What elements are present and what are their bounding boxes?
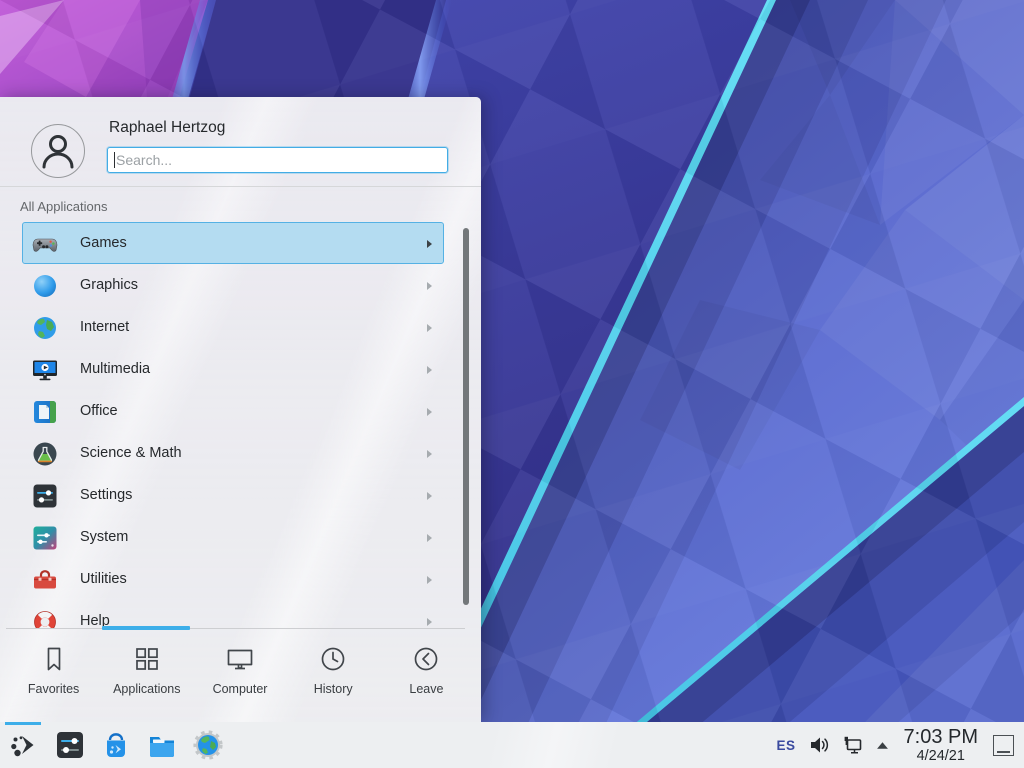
category-list: Games Graphics [0, 222, 458, 628]
category-row-multimedia[interactable]: Multimedia [22, 348, 444, 390]
graphics-icon [31, 272, 59, 300]
submenu-arrow-icon [427, 534, 432, 542]
favorites-icon [39, 644, 69, 674]
tab-history[interactable]: History [287, 629, 380, 722]
settings-icon [31, 482, 59, 510]
user-avatar[interactable] [31, 124, 85, 178]
application-launcher-button[interactable] [8, 729, 40, 761]
category-label: Graphics [80, 277, 138, 293]
submenu-arrow-icon [427, 282, 432, 290]
category-row-graphics[interactable]: Graphics [22, 264, 444, 306]
clock[interactable]: 7:03 PM 4/24/21 [904, 727, 978, 764]
tab-applications[interactable]: Applications [100, 629, 193, 722]
category-label: Science & Math [80, 445, 182, 461]
tab-favorites[interactable]: Favorites [7, 629, 100, 722]
person-icon [32, 125, 84, 177]
tab-leave[interactable]: Leave [380, 629, 473, 722]
network-icon[interactable] [842, 734, 864, 756]
category-label: Settings [80, 487, 132, 503]
system-settings-button[interactable] [54, 729, 86, 761]
submenu-arrow-icon [427, 324, 432, 332]
category-label: Games [80, 235, 127, 251]
tab-label: History [314, 682, 353, 696]
leave-icon [411, 644, 441, 674]
folder-icon [146, 729, 178, 761]
multimedia-icon [31, 356, 59, 384]
category-label: System [80, 529, 128, 545]
help-icon [31, 608, 59, 628]
science-math-icon [31, 440, 59, 468]
applications-icon [132, 644, 162, 674]
globe-gear-icon [192, 729, 224, 761]
submenu-arrow-icon [427, 576, 432, 584]
search-input[interactable] [107, 147, 448, 173]
computer-icon [225, 644, 255, 674]
category-row-help[interactable]: Help [22, 600, 444, 628]
taskbar-panel: ES 7:03 PM 4/24/21 [0, 722, 1024, 768]
internet-icon [31, 314, 59, 342]
text-caret [114, 152, 115, 168]
tab-label: Applications [113, 682, 180, 696]
category-row-internet[interactable]: Internet [22, 306, 444, 348]
show-desktop-button[interactable] [993, 735, 1014, 756]
clock-date: 4/24/21 [904, 749, 978, 764]
system-tray: ES 7:03 PM 4/24/21 [777, 722, 1015, 768]
tab-computer[interactable]: Computer [193, 629, 286, 722]
volume-icon[interactable] [808, 734, 830, 756]
submenu-arrow-icon [427, 450, 432, 458]
clock-time: 7:03 PM [904, 727, 978, 747]
search-field[interactable] [108, 148, 447, 172]
expand-tray-icon[interactable] [876, 739, 889, 752]
application-launcher-menu: Raphael Hertzog All Applications [0, 97, 481, 722]
submenu-arrow-icon [427, 240, 432, 248]
header-divider [0, 186, 481, 187]
user-name: Raphael Hertzog [109, 119, 225, 137]
category-label: Internet [80, 319, 129, 335]
history-icon [318, 644, 348, 674]
system-icon [31, 524, 59, 552]
scrollbar-handle[interactable] [463, 228, 469, 605]
games-icon [31, 230, 59, 258]
category-row-settings[interactable]: Settings [22, 474, 444, 516]
shopping-bag-icon [100, 729, 132, 761]
category-label: Utilities [80, 571, 127, 587]
tab-label: Computer [213, 682, 268, 696]
file-manager-button[interactable] [146, 729, 178, 761]
submenu-arrow-icon [427, 408, 432, 416]
category-row-games[interactable]: Games [22, 222, 444, 264]
office-icon [31, 398, 59, 426]
tab-label: Favorites [28, 682, 79, 696]
keyboard-layout-indicator[interactable]: ES [777, 738, 796, 753]
category-label: Office [80, 403, 118, 419]
submenu-arrow-icon [427, 618, 432, 626]
category-row-utilities[interactable]: Utilities [22, 558, 444, 600]
discover-button[interactable] [100, 729, 132, 761]
submenu-arrow-icon [427, 492, 432, 500]
kde-launcher-icon [8, 729, 40, 761]
section-label: All Applications [20, 199, 107, 214]
submenu-arrow-icon [427, 366, 432, 374]
category-row-office[interactable]: Office [22, 390, 444, 432]
category-row-science-math[interactable]: Science & Math [22, 432, 444, 474]
launcher-active-indicator [5, 722, 41, 725]
tab-label: Leave [409, 682, 443, 696]
category-label: Multimedia [80, 361, 150, 377]
launcher-tabbar: Favorites Applications Computer [0, 628, 481, 722]
sliders-icon [54, 729, 86, 761]
web-browser-button[interactable] [192, 729, 224, 761]
category-row-system[interactable]: System [22, 516, 444, 558]
utilities-icon [31, 566, 59, 594]
